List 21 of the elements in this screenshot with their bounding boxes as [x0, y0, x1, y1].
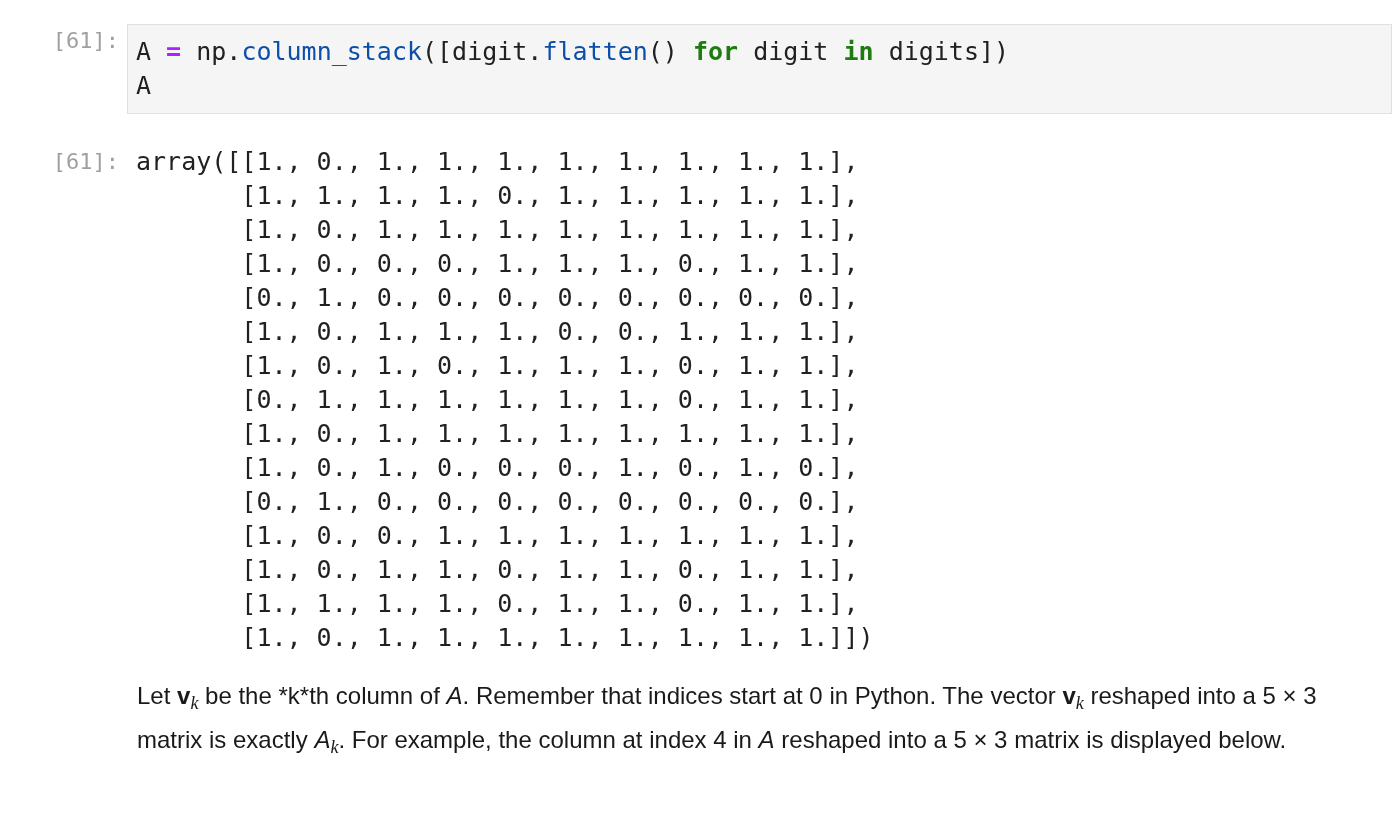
- output-line: [1., 0., 0., 0., 1., 1., 1., 0., 1., 1.],: [240, 248, 859, 280]
- output-line: [0., 1., 0., 0., 0., 0., 0., 0., 0., 0.],: [240, 486, 859, 518]
- output-line: [1., 1., 1., 1., 0., 1., 1., 1., 1., 1.],: [240, 180, 859, 212]
- output-line: [0., 1., 1., 1., 1., 1., 1., 0., 1., 1.],: [240, 384, 859, 416]
- cell-prompt: [61]:: [52, 149, 119, 174]
- code-input-cell[interactable]: A = np.column_stack([digit.flatten() for digit in digits]) A: [127, 24, 1392, 114]
- output-line: [1., 0., 0., 1., 1., 1., 1., 1., 1., 1.],: [240, 520, 859, 552]
- output-line: [1., 0., 1., 0., 0., 0., 1., 0., 1., 0.],: [240, 452, 859, 484]
- output-line: array([[1., 0., 1., 1., 1., 1., 1., 1., 1., 1.],: [136, 146, 859, 178]
- cell-prompt: [61]:: [52, 28, 119, 53]
- output-line: [1., 0., 1., 0., 1., 1., 1., 0., 1., 1.],: [240, 350, 859, 382]
- output-line: [1., 0., 1., 1., 1., 1., 1., 1., 1., 1.]]): [240, 622, 874, 654]
- code-line: A: [136, 70, 152, 102]
- output-line: [1., 0., 1., 1., 1., 0., 0., 1., 1., 1.],: [240, 316, 859, 348]
- output-line: [1., 1., 1., 1., 0., 1., 1., 0., 1., 1.],: [240, 588, 859, 620]
- output-line: [1., 0., 1., 1., 1., 1., 1., 1., 1., 1.],: [240, 418, 859, 450]
- output-line: [1., 0., 1., 1., 0., 1., 1., 0., 1., 1.],: [240, 554, 859, 586]
- output-line: [0., 1., 0., 0., 0., 0., 0., 0., 0., 0.],: [240, 282, 859, 314]
- output-line: [1., 0., 1., 1., 1., 1., 1., 1., 1., 1.],: [240, 214, 859, 246]
- markdown-paragraph: Let v$_{k}$ be the *k*th column of A. Remember that indices start at 0 in Python. The vector v$_{k}$ reshaped into a 5 × 3 matrix is exactly A$_{k}$. For example, the column at index 4 in A reshaped into a 5 × 3 matrix is displayed below.: [136, 681, 1318, 759]
- code-line: A = np.column_stack([digit.flatten() for digit in digits]): [136, 36, 1010, 68]
